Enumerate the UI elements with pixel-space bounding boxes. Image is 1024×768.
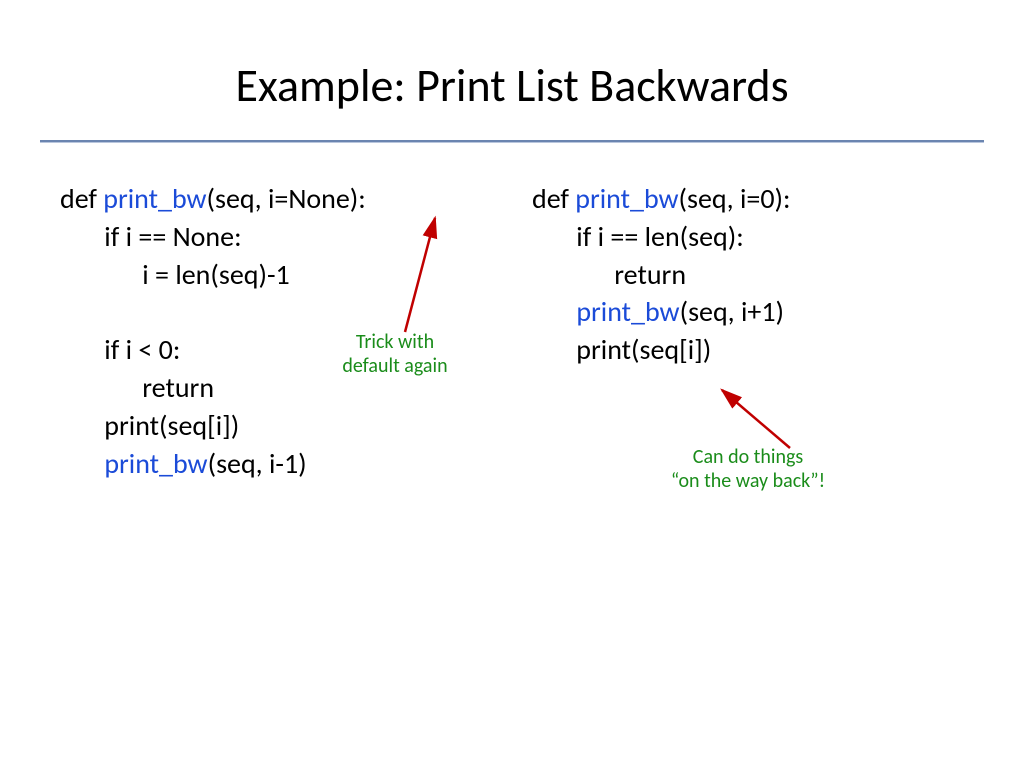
arrow-icon bbox=[0, 0, 1024, 768]
slide: Example: Print List Backwards def print_… bbox=[0, 0, 1024, 768]
annotation-way-back: Can do things “on the way back”! bbox=[648, 445, 848, 493]
annotation-text: Can do things bbox=[693, 445, 803, 469]
annotation-text: “on the way back”! bbox=[671, 469, 825, 493]
